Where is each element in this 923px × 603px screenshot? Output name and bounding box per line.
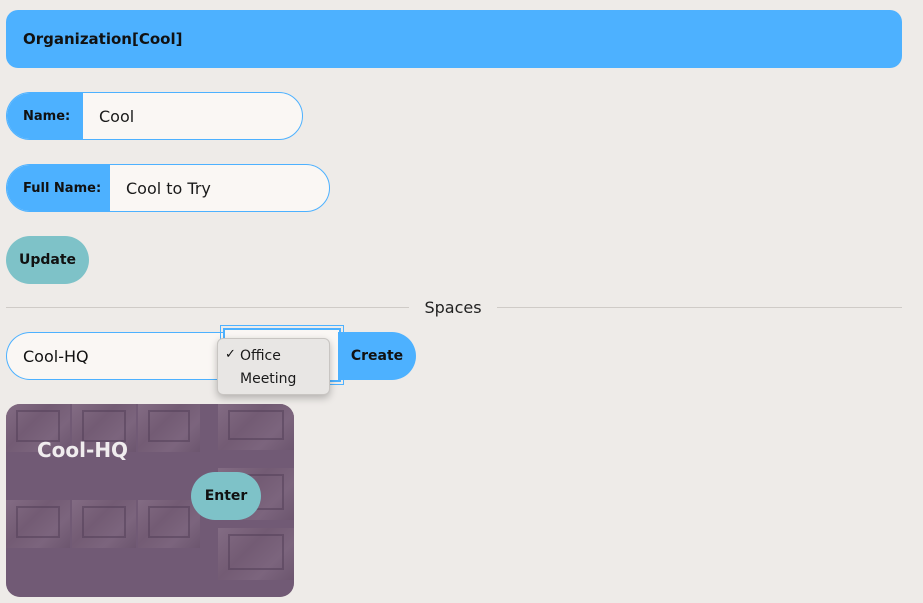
option-meeting[interactable]: Meeting	[240, 369, 296, 389]
enter-button[interactable]: Enter	[191, 472, 261, 520]
org-title: Organization[Cool]	[23, 30, 183, 48]
name-field: Name: Cool	[6, 92, 303, 140]
name-label: Name:	[7, 93, 83, 139]
spaces-divider: Spaces	[6, 298, 902, 318]
org-header: Organization[Cool]	[6, 10, 902, 68]
fullname-field: Full Name: Cool to Try	[6, 164, 330, 212]
option-office[interactable]: Office	[240, 346, 281, 366]
fullname-input[interactable]: Cool to Try	[110, 165, 211, 211]
create-space-row: Cool-HQ Create	[6, 325, 416, 385]
divider-line-right	[497, 307, 902, 308]
space-card-title: Cool-HQ	[37, 438, 129, 462]
spaces-heading: Spaces	[424, 298, 482, 317]
space-card: Cool-HQ Enter	[6, 404, 294, 597]
fullname-label: Full Name:	[7, 165, 110, 211]
space-type-dropdown: ✓ Office Meeting	[217, 338, 330, 395]
selected-check-icon: ✓	[225, 347, 236, 362]
create-button[interactable]: Create	[338, 332, 416, 380]
divider-line-left	[6, 307, 409, 308]
name-input[interactable]: Cool	[83, 93, 134, 139]
space-name-input[interactable]: Cool-HQ	[6, 332, 246, 380]
update-button[interactable]: Update	[6, 236, 89, 284]
